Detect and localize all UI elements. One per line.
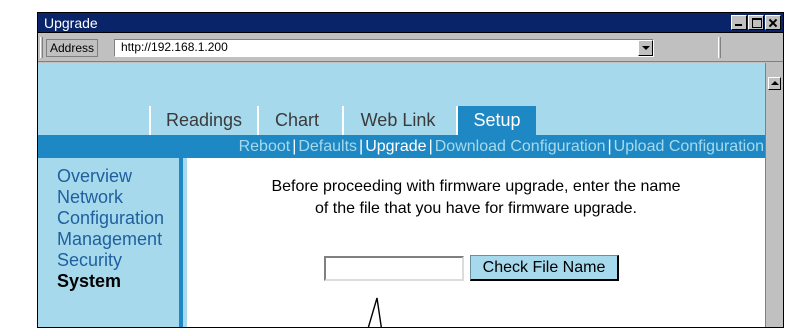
instruction-line-2: of the file that you have for firmware u… <box>315 200 637 217</box>
tab-readings[interactable]: Readings <box>149 106 257 135</box>
subnav-upgrade[interactable]: Upgrade <box>364 137 427 156</box>
sidebar-item-management[interactable]: Management <box>57 229 164 250</box>
toolbar-grip-left[interactable] <box>40 37 43 58</box>
instruction-line-1: Before proceeding with firmware upgrade,… <box>271 178 681 195</box>
minimize-icon[interactable] <box>731 15 747 30</box>
setup-sidebar: Overview Network Configuration Managemen… <box>38 158 183 327</box>
browser-window: Upgrade Address http://192.168.1.200 Rea… <box>37 12 784 328</box>
sidebar-item-configuration[interactable]: Configuration <box>57 208 164 229</box>
file-name-input[interactable] <box>324 256 464 281</box>
subnav-download-configuration[interactable]: Download Configuration <box>434 137 607 156</box>
window-title: Upgrade <box>44 15 98 31</box>
chevron-down-icon[interactable] <box>638 40 653 56</box>
sidebar-item-system[interactable]: System <box>57 271 164 292</box>
title-bar[interactable]: Upgrade <box>38 13 783 33</box>
chevron-up-icon[interactable] <box>768 77 781 90</box>
sidebar-item-overview[interactable]: Overview <box>57 166 164 187</box>
tab-chart[interactable]: Chart <box>257 106 335 135</box>
sidebar-item-network[interactable]: Network <box>57 187 164 208</box>
maximize-icon[interactable] <box>748 15 764 30</box>
subnav-defaults[interactable]: Defaults <box>297 137 358 156</box>
sidebar-item-security[interactable]: Security <box>57 250 164 271</box>
vertical-scrollbar[interactable] <box>765 63 783 327</box>
window-controls <box>731 15 781 30</box>
toolbar-grip-right[interactable] <box>718 37 721 58</box>
close-icon[interactable] <box>765 15 781 30</box>
address-input[interactable]: http://192.168.1.200 <box>114 39 654 57</box>
tab-web-link[interactable]: Web Link <box>342 106 452 135</box>
check-file-name-button[interactable]: Check File Name <box>470 255 619 281</box>
page-content: Readings Chart Web Link Setup Reboot | D… <box>38 63 765 327</box>
subnav-upload-configuration[interactable]: Upload Configuration <box>613 137 765 156</box>
subnav-reboot[interactable]: Reboot <box>238 137 292 156</box>
setup-subnav: Reboot | Defaults | Upgrade | Download C… <box>38 135 765 158</box>
upgrade-panel: Before proceeding with firmware upgrade,… <box>187 158 765 327</box>
tab-setup[interactable]: Setup <box>456 106 536 135</box>
address-label: Address <box>46 39 99 57</box>
upgrade-instructions: Before proceeding with firmware upgrade,… <box>187 176 765 220</box>
address-bar: Address http://192.168.1.200 <box>38 34 783 62</box>
